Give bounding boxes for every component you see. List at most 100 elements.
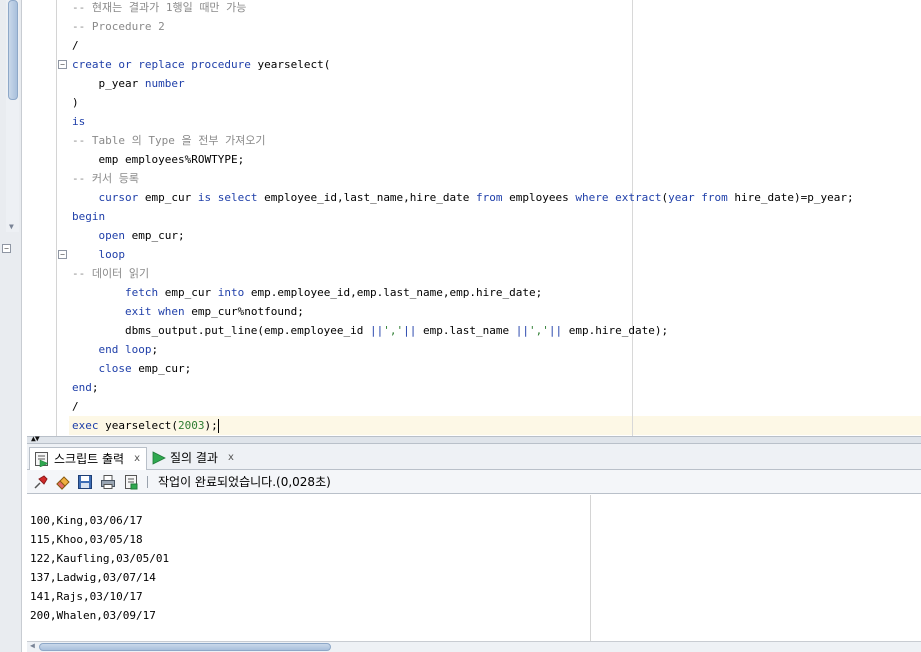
code-text: p_year bbox=[72, 77, 145, 90]
code-comment: -- Procedure 2 bbox=[72, 20, 165, 33]
pin-icon bbox=[34, 475, 48, 489]
code-keyword: is bbox=[197, 191, 212, 204]
eraser-icon bbox=[56, 476, 70, 490]
code-keyword: replace bbox=[138, 58, 185, 71]
code-text: / bbox=[72, 400, 79, 413]
code-text: emp_cur bbox=[158, 286, 218, 299]
right-margin-guide bbox=[632, 0, 633, 436]
code-line[interactable]: ) bbox=[72, 93, 79, 112]
code-text: emp_cur; bbox=[125, 229, 185, 242]
code-line[interactable]: exit when emp_cur%notfound; bbox=[72, 302, 304, 321]
pin-button[interactable] bbox=[32, 473, 50, 491]
output-line: 115,Khoo,03/05/18 bbox=[30, 533, 143, 546]
code-line[interactable]: fetch emp_cur into emp.employee_id,emp.l… bbox=[72, 283, 542, 302]
code-line[interactable]: close emp_cur; bbox=[72, 359, 192, 378]
save-button[interactable] bbox=[76, 473, 94, 491]
script-output-icon bbox=[35, 452, 49, 467]
code-line[interactable]: -- 커서 등록 bbox=[72, 169, 139, 188]
code-keyword: from bbox=[701, 191, 728, 204]
code-keyword: is bbox=[72, 115, 86, 128]
code-keyword: exit bbox=[124, 305, 152, 318]
output-divider bbox=[590, 495, 591, 641]
code-text: employee_id,last_name,hire_date bbox=[257, 191, 477, 204]
code-text: ); bbox=[204, 419, 218, 432]
code-line[interactable]: cursor emp_cur is select employee_id,las… bbox=[72, 188, 854, 207]
code-text: emp.hire_date); bbox=[562, 324, 669, 337]
print-button[interactable] bbox=[99, 473, 117, 491]
code-keyword: open bbox=[98, 229, 126, 242]
code-comment: -- 커서 등록 bbox=[72, 172, 139, 185]
code-text: emp_cur bbox=[138, 191, 198, 204]
code-text: employees bbox=[502, 191, 576, 204]
code-text: dbms_output.put_line(emp.employee_id bbox=[72, 324, 371, 337]
scroll-left-arrow-icon[interactable]: ◀ bbox=[30, 641, 35, 650]
code-text: ; bbox=[91, 381, 99, 394]
code-text: ; bbox=[151, 343, 159, 356]
code-keyword: fetch bbox=[124, 286, 159, 299]
clear-button[interactable] bbox=[54, 473, 72, 491]
code-keyword: begin bbox=[72, 210, 106, 223]
code-keyword: end bbox=[72, 381, 92, 394]
code-line[interactable]: / bbox=[72, 397, 79, 416]
left-panel-strip: ▼ − bbox=[0, 0, 22, 652]
code-keyword: end bbox=[98, 343, 119, 356]
code-line[interactable]: is bbox=[72, 112, 85, 131]
output-line: 200,Whalen,03/09/17 bbox=[30, 609, 156, 622]
code-line[interactable]: loop bbox=[72, 245, 126, 264]
fold-toggle-icon[interactable]: − bbox=[58, 250, 67, 259]
code-line[interactable]: -- Table 의 Type 을 전부 가져오기 bbox=[72, 131, 266, 150]
code-keyword: || bbox=[548, 324, 563, 337]
code-text: yearselect( bbox=[250, 58, 331, 71]
output-line: 141,Rajs,03/10/17 bbox=[30, 590, 143, 603]
close-tab-query-result-icon[interactable]: x bbox=[228, 448, 234, 468]
export-button[interactable] bbox=[122, 473, 140, 491]
panel-splitter[interactable]: ▲▼ bbox=[27, 434, 921, 444]
code-literal: 2003 bbox=[177, 419, 205, 432]
code-keyword: when bbox=[158, 305, 185, 318]
code-keyword: extract bbox=[615, 191, 662, 204]
code-line[interactable]: exec yearselect(2003); bbox=[72, 416, 219, 435]
code-keyword: || bbox=[403, 324, 417, 337]
code-line[interactable]: end; bbox=[72, 378, 99, 397]
fold-toggle-icon[interactable]: − bbox=[58, 60, 67, 69]
split-arrows-icon[interactable]: ▲▼ bbox=[31, 434, 40, 443]
horizontal-scrollbar[interactable]: ◀ bbox=[27, 641, 921, 652]
code-keyword: exec bbox=[72, 419, 99, 432]
code-line[interactable]: end loop; bbox=[72, 340, 159, 359]
script-output-panel[interactable]: 100,King,03/06/17 115,Khoo,03/05/18 122,Ka… bbox=[27, 495, 921, 641]
code-line[interactable]: emp employees%ROWTYPE; bbox=[72, 150, 244, 169]
code-keyword: loop bbox=[125, 343, 152, 356]
code-keyword: loop bbox=[98, 248, 126, 261]
code-line[interactable]: / bbox=[72, 36, 79, 55]
tab-query-result[interactable]: 질의 결과 x bbox=[147, 447, 240, 469]
code-line[interactable]: create or replace procedure yearselect( bbox=[72, 55, 330, 74]
left-scroll-thumb[interactable] bbox=[8, 0, 18, 100]
run-query-icon bbox=[152, 451, 166, 465]
code-keyword: select bbox=[217, 191, 258, 204]
code-line[interactable]: -- 현재는 결과가 1행일 때만 가능 bbox=[72, 0, 246, 17]
toolbar-separator bbox=[147, 476, 148, 488]
code-comment: -- 현재는 결과가 1행일 때만 가능 bbox=[72, 1, 247, 14]
code-comment: -- Table 의 Type 을 전부 가져오기 bbox=[72, 134, 266, 147]
output-line: 122,Kaufling,03/05/01 bbox=[30, 552, 170, 565]
code-line[interactable]: -- Procedure 2 bbox=[72, 17, 165, 36]
sql-editor[interactable]: -- 현재는 결과가 1행일 때만 가능 -- Procedure 2 / creat… bbox=[27, 0, 921, 436]
code-line[interactable]: open emp_cur; bbox=[72, 226, 185, 245]
code-keyword: number bbox=[144, 77, 185, 90]
code-line[interactable]: begin bbox=[72, 207, 105, 226]
code-line[interactable]: dbms_output.put_line(emp.employee_id ||'… bbox=[72, 321, 668, 340]
horizontal-scroll-thumb[interactable] bbox=[39, 643, 331, 651]
collapse-icon[interactable]: − bbox=[2, 244, 11, 253]
tab-script-output[interactable]: 스크립트 출력 x bbox=[29, 447, 147, 470]
scroll-down-arrow-icon[interactable]: ▼ bbox=[9, 222, 14, 231]
code-text: emp employees%ROWTYPE; bbox=[72, 153, 245, 166]
code-text: / bbox=[72, 39, 79, 52]
code-line[interactable]: p_year number bbox=[72, 74, 185, 93]
close-tab-script-output-icon[interactable]: x bbox=[134, 449, 140, 469]
code-line[interactable]: -- 데이터 읽기 bbox=[72, 264, 149, 283]
code-text: emp_cur%notfound; bbox=[184, 305, 304, 318]
code-text: ) bbox=[72, 96, 79, 109]
